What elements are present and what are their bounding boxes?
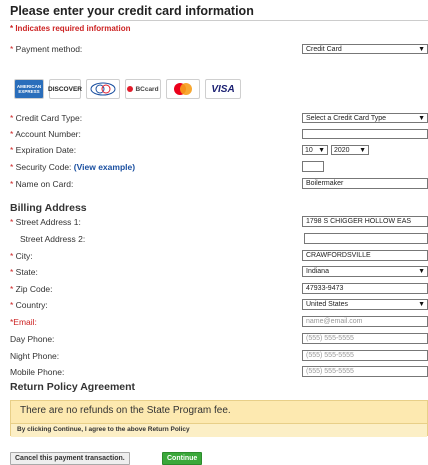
street2-input[interactable]	[304, 233, 428, 244]
chevron-down-icon: ▼	[418, 268, 425, 275]
expiration-label-text: Expiration Date:	[15, 145, 77, 155]
night-phone-label: Night Phone:	[10, 351, 60, 361]
street2-label: Street Address 2:	[20, 234, 86, 244]
payment-method-label: * Payment method:	[10, 44, 82, 54]
chevron-down-icon: ▼	[418, 115, 425, 122]
mastercard-circles	[174, 83, 192, 95]
chevron-down-icon: ▼	[359, 147, 366, 154]
name-on-card-input[interactable]: Boilermaker	[302, 178, 428, 189]
return-policy-text: There are no refunds on the State Progra…	[20, 405, 231, 416]
card-type-select[interactable]: Select a Credit Card Type ▼	[302, 113, 428, 123]
street1-label-text: Street Address 1:	[15, 217, 81, 227]
mobile-phone-label: Mobile Phone:	[10, 367, 65, 377]
continue-button[interactable]: Continue	[162, 452, 203, 465]
bccard-logo-icon: BCcard	[125, 79, 161, 99]
exp-month-value: 10	[305, 147, 313, 154]
chevron-down-icon: ▼	[418, 46, 425, 53]
account-number-input[interactable]	[302, 129, 428, 139]
street1-label: * Street Address 1:	[10, 217, 81, 227]
city-label: * City:	[10, 251, 33, 261]
city-label-text: City:	[15, 251, 33, 261]
name-on-card-label-text: Name on Card:	[15, 179, 74, 189]
credit-card-form: Please enter your credit card informatio…	[0, 0, 428, 465]
visa-logo-icon: VISA	[205, 79, 241, 99]
discover-logo-text: DISCOVER	[48, 85, 82, 93]
amex-logo-icon: AMERICAN EXPRESS	[14, 79, 44, 99]
day-phone-input[interactable]: (555) 555-5555	[302, 333, 428, 344]
expiration-month-select[interactable]: 10 ▼	[302, 145, 328, 155]
expiration-label: * Expiration Date:	[10, 145, 76, 155]
return-policy-heading: Return Policy Agreement	[10, 381, 136, 393]
visa-logo-text: VISA	[211, 83, 235, 95]
email-label: *Email:	[10, 317, 37, 327]
security-code-label-text: Security Code:	[15, 162, 72, 172]
return-policy-box: There are no refunds on the State Progra…	[10, 400, 428, 437]
city-input[interactable]: CRAWFORDSVILLE	[302, 250, 428, 261]
security-code-label: * Security Code: (View example)	[10, 162, 135, 172]
mobile-phone-input[interactable]: (555) 555-5555	[302, 366, 428, 377]
street1-input[interactable]: 1798 S CHIGGER HOLLOW EAS	[302, 216, 428, 227]
payment-method-select[interactable]: Credit Card ▼	[302, 44, 428, 54]
country-label-text: Country:	[15, 300, 48, 310]
state-label-text: State:	[15, 267, 38, 277]
card-type-value: Select a Credit Card Type	[306, 115, 387, 122]
page-title: Please enter your credit card informatio…	[10, 2, 428, 21]
chevron-down-icon: ▼	[418, 301, 425, 308]
country-select[interactable]: United States ▼	[302, 299, 428, 310]
bccard-dot	[127, 86, 134, 92]
expiration-year-select[interactable]: 2020 ▼	[331, 145, 369, 155]
chevron-down-icon: ▼	[318, 147, 325, 154]
bccard-logo-text: BCcard	[135, 85, 159, 93]
account-number-label: * Account Number:	[10, 129, 81, 139]
day-phone-label: Day Phone:	[10, 334, 55, 344]
amex-logo-text: AMERICAN EXPRESS	[16, 84, 42, 94]
email-label-text: *Email:	[10, 317, 37, 327]
diners-logo-icon	[86, 79, 120, 99]
billing-address-heading: Billing Address	[10, 202, 87, 214]
country-value: United States	[306, 301, 349, 308]
night-phone-input[interactable]: (555) 555-5555	[302, 350, 428, 361]
payment-method-value: Credit Card	[306, 46, 342, 53]
state-label: * State:	[10, 267, 38, 277]
return-policy-agreement: By clicking Continue, I agree to the abo…	[11, 423, 427, 437]
security-code-input[interactable]	[302, 161, 324, 172]
account-number-label-text: Account Number:	[15, 129, 81, 139]
payment-method-label-text: Payment method:	[15, 44, 83, 54]
diners-emblem	[90, 82, 116, 96]
exp-year-value: 2020	[334, 147, 350, 154]
zip-label-text: Zip Code:	[15, 284, 53, 294]
mastercard-logo-icon	[166, 79, 200, 99]
zip-label: * Zip Code:	[10, 284, 53, 294]
state-value: Indiana	[306, 268, 329, 275]
required-note: * Indicates required information	[10, 24, 131, 33]
cancel-button[interactable]: Cancel this payment transaction.	[10, 452, 130, 465]
email-input[interactable]: name@email.com	[302, 316, 428, 327]
zip-input[interactable]: 47933-9473	[302, 283, 428, 294]
card-type-label-text: Credit Card Type:	[15, 113, 83, 123]
discover-logo-icon: DISCOVER	[48, 79, 82, 99]
card-type-label: * Credit Card Type:	[10, 113, 82, 123]
name-on-card-label: * Name on Card:	[10, 179, 73, 189]
state-select[interactable]: Indiana ▼	[302, 266, 428, 277]
return-policy-agreement-text: By clicking Continue, I agree to the abo…	[17, 426, 190, 433]
view-example-link[interactable]: (View example)	[74, 162, 135, 172]
country-label: * Country:	[10, 300, 48, 310]
